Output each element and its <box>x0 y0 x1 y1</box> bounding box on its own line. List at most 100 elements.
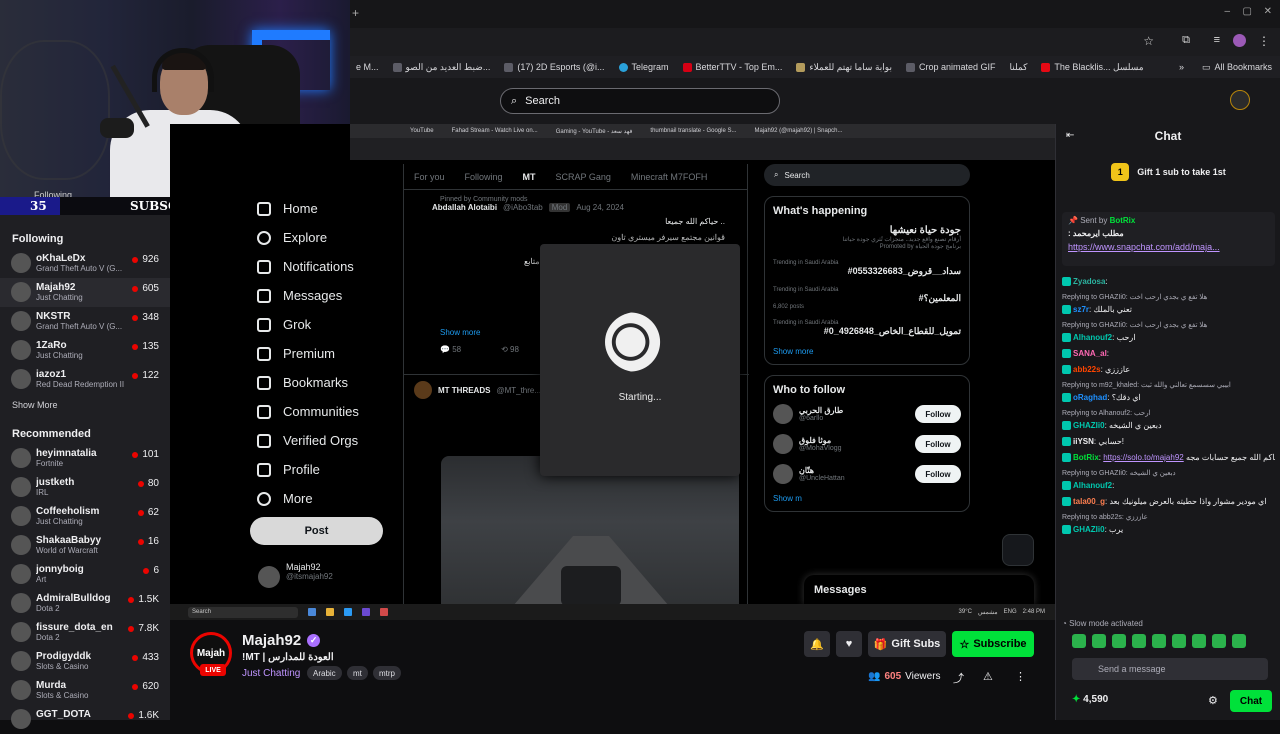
search-input[interactable]: ⌕ Search <box>500 88 780 114</box>
sidebar-channel-item[interactable]: NKSTR Grand Theft Auto V (G... 348 <box>0 307 170 336</box>
emote-icon[interactable] <box>1192 634 1206 648</box>
x-nav-notifications: Notifications <box>225 252 395 281</box>
user-avatar[interactable] <box>1230 90 1250 110</box>
chat-username[interactable]: Zyadosa <box>1073 277 1105 286</box>
following-list: oKhaLeDx Grand Theft Auto V (G... 926 Majah… <box>0 249 170 394</box>
emote-icon[interactable] <box>1232 634 1246 648</box>
bookmark-item[interactable]: Crop animated GIF <box>905 62 995 72</box>
chat-username[interactable]: Alhanouf2 <box>1073 481 1112 490</box>
follow-heart-button[interactable]: ♥ <box>836 631 862 657</box>
tag-arabic[interactable]: Arabic <box>307 666 342 680</box>
chat-text: حياكم الله جميع حسابات مجه <box>1185 453 1275 462</box>
envelope-icon <box>257 288 271 303</box>
bookmark-item[interactable]: The Blacklis... مسلسل <box>1041 62 1144 73</box>
sidebar-channel-game: Dota 2 <box>36 633 60 642</box>
notification-bell-button[interactable]: 🔔 <box>804 631 830 657</box>
app-logo-icon <box>605 312 669 372</box>
taskbar-search-label: Search <box>192 609 212 615</box>
tweet-handle: @iAbo3tab <box>503 203 543 212</box>
emote-icon[interactable] <box>1132 634 1146 648</box>
chat-link[interactable]: https://solo.to/majah92 <box>1103 453 1184 462</box>
bookmark-item[interactable]: (17) 2D Esports (@i... <box>504 62 605 72</box>
sidebar-channel-item[interactable]: Coffeeholism Just Chatting 62 <box>0 502 170 531</box>
star-icon[interactable]: ☆ <box>1143 34 1154 48</box>
emote-icon[interactable] <box>1092 634 1106 648</box>
sidebar-channel-item[interactable]: iazoz1 Red Dead Redemption II 122 <box>0 365 170 394</box>
bookmark-item[interactable]: كملنا <box>1009 62 1027 73</box>
sidebar-channel-item[interactable]: 1ZaRo Just Chatting 135 <box>0 336 170 365</box>
subscribe-button[interactable]: ☆ Subscribe <box>952 631 1034 657</box>
share-icon[interactable]: ⤴ <box>953 670 964 686</box>
mod-badge: Mod <box>548 203 571 212</box>
bookmark-item[interactable]: BetterTTV - Top Em... <box>682 62 782 72</box>
all-bookmarks-button[interactable]: » ▭ All Bookmarks <box>1179 56 1272 78</box>
emote-icon[interactable] <box>1212 634 1226 648</box>
close-window-icon[interactable]: ✕ <box>1264 6 1272 17</box>
chat-send-button[interactable]: Chat <box>1230 690 1272 712</box>
sidebar-channel-item[interactable]: fissure_dota_en Dota 2 7.8K <box>0 618 170 647</box>
chat-username[interactable]: Alhanouf2 <box>1073 333 1112 342</box>
chat-username[interactable]: sz7r <box>1073 305 1089 314</box>
chevron-double-right-icon[interactable]: » <box>1179 62 1184 72</box>
gift-subs-button[interactable]: 🎁 Gift Subs <box>868 631 946 657</box>
stream-category-link[interactable]: Just Chatting <box>242 668 300 679</box>
tag-mtrp[interactable]: mtrp <box>373 666 401 680</box>
chat-username[interactable]: abb22s <box>1073 365 1101 374</box>
sidebar-channel-item[interactable]: Murda Slots & Casino 620 <box>0 676 170 705</box>
chat-username[interactable]: GHAZIi0 <box>1073 525 1105 534</box>
tag-mt[interactable]: mt <box>347 666 368 680</box>
sidebar-channel-item[interactable]: justketh IRL 80 <box>0 473 170 502</box>
report-icon[interactable]: ⚠ <box>983 670 993 683</box>
show-more-button[interactable]: Show More <box>0 394 170 420</box>
minimize-icon[interactable]: – <box>1224 6 1230 17</box>
channel-avatar <box>11 651 31 671</box>
chat-username[interactable]: tala00_g <box>1073 497 1105 506</box>
x-search: ⌕ Search <box>764 164 970 186</box>
channel-name[interactable]: Majah92 ✓ <box>242 632 321 649</box>
bookmark-item[interactable]: بوابة ساما تهتم للعملاء <box>796 62 892 73</box>
browser-menu-icon[interactable]: ⋮ <box>1258 34 1270 48</box>
sidebar-channel-item[interactable]: jonnyboig Art 6 <box>0 560 170 589</box>
sidebar-channel-item[interactable]: Majah92 Just Chatting 605 <box>0 278 170 307</box>
chat-username[interactable]: SANA_al <box>1073 349 1107 358</box>
sidebar-channel-name: jonnyboig <box>36 564 84 575</box>
bookmark-item[interactable]: Telegram <box>618 62 669 72</box>
chat-username[interactable]: oRaghad <box>1073 393 1107 402</box>
sidebar-viewer-count: 16 <box>137 536 159 547</box>
chat-input[interactable]: Send a message <box>1072 658 1268 680</box>
media-icon[interactable]: ≡ <box>1214 34 1220 46</box>
extensions-icon[interactable]: ⧉ <box>1182 34 1190 47</box>
tweet-handle: @MT_thre... <box>496 385 542 395</box>
emote-icon[interactable] <box>1112 634 1126 648</box>
sidebar-channel-item[interactable]: ShakaaBabyy World of Warcraft 16 <box>0 531 170 560</box>
starting-popup: Starting... <box>540 244 740 476</box>
channel-points[interactable]: ✦ 4,590 <box>1072 694 1108 705</box>
sidebar-channel-item[interactable]: AdmiralBulldog Dota 2 1.5K <box>0 589 170 618</box>
more-options-icon[interactable]: ⋮ <box>1015 670 1026 683</box>
collapse-chat-icon[interactable]: ⇤ <box>1066 130 1074 141</box>
bookmark-item[interactable]: e M... <box>356 62 379 72</box>
emote-icon[interactable] <box>1172 634 1186 648</box>
x-nav-label: Grok <box>283 317 312 332</box>
video-player[interactable]: YouTube Fahad Stream - Watch Live on... … <box>170 124 1055 620</box>
sidebar-channel-item[interactable]: oKhaLeDx Grand Theft Auto V (G... 926 <box>0 249 170 278</box>
chat-text: : اي مودير مشوار واذا حطيته بالعرض ميلون… <box>1105 497 1267 506</box>
chat-username[interactable]: iiYSN <box>1073 437 1094 446</box>
emote-icon[interactable] <box>1072 634 1086 648</box>
sidebar-channel-game: Slots & Casino <box>36 691 89 700</box>
pinned-link[interactable]: https://www.snapchat.com/add/maja... <box>1068 242 1269 252</box>
sidebar-viewer-count: 122 <box>132 370 159 381</box>
profile-avatar[interactable] <box>1233 34 1246 47</box>
x-tab: Minecraft M7FOFH <box>630 171 708 182</box>
new-tab-icon[interactable]: + <box>352 6 359 20</box>
live-dot-icon <box>128 712 135 719</box>
maximize-icon[interactable]: ▢ <box>1243 6 1252 17</box>
emote-icon[interactable] <box>1152 634 1166 648</box>
chat-settings-icon[interactable]: ⚙ <box>1208 694 1218 707</box>
sidebar-channel-item[interactable]: Prodigyddk Slots & Casino 433 <box>0 647 170 676</box>
chat-username[interactable]: GHAZIi0 <box>1073 421 1105 430</box>
bookmark-item[interactable]: ضبط العديد من الصو... <box>392 62 490 73</box>
gift-leaderboard[interactable]: 1 Gift 1 sub to take 1st <box>1056 160 1280 184</box>
sidebar-channel-item[interactable]: heyimnatalia Fortnite 101 <box>0 444 170 473</box>
chat-username[interactable]: BotRix <box>1073 453 1099 462</box>
